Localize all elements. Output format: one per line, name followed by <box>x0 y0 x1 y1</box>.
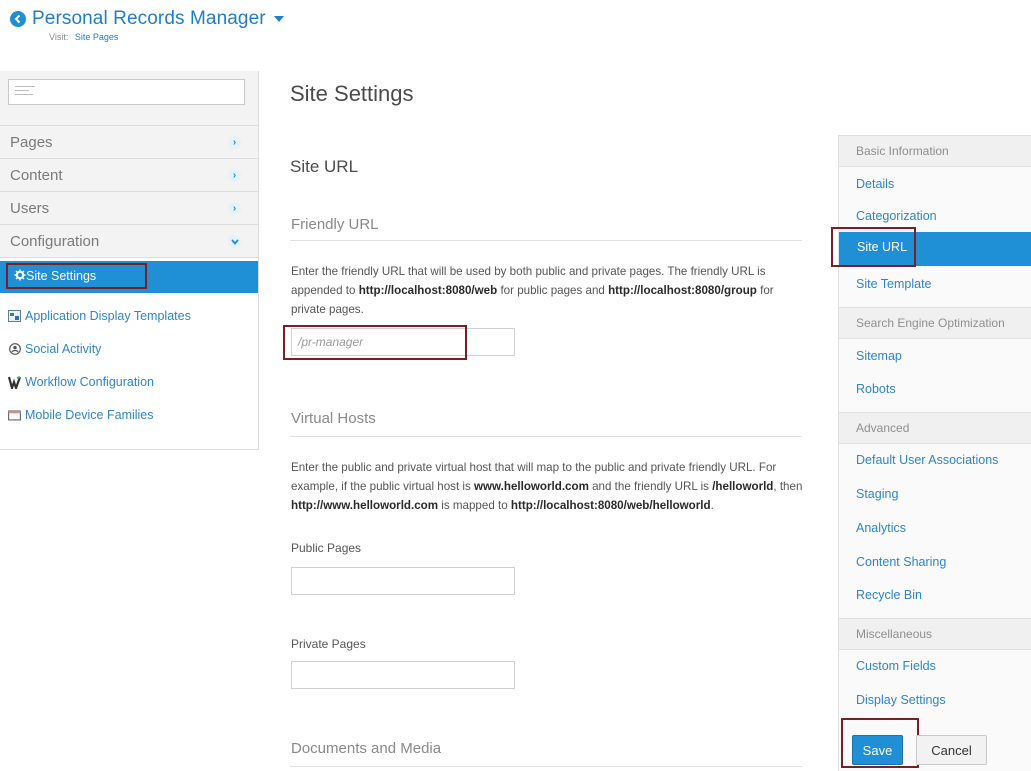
sidebar-subitem-mobile-device-families[interactable]: Mobile Device Families <box>8 405 154 425</box>
caret-down-icon[interactable] <box>273 16 284 22</box>
nav-link-analytics[interactable]: Analytics <box>856 521 906 535</box>
sidebar-subitem-site-settings-active: Site Settings <box>0 261 258 293</box>
settings-right-nav: Basic Information Details Categorization… <box>831 135 1031 771</box>
visit-label: Visit: <box>49 32 69 42</box>
sidebar-item-label: Pages <box>10 134 53 151</box>
chevron-right-icon: › <box>228 202 241 215</box>
chevron-right-icon: › <box>228 169 241 182</box>
nav-link-categorization[interactable]: Categorization <box>856 209 937 223</box>
friendly-url-placeholder: /pr-manager <box>298 335 364 349</box>
sidebar-subitem-social-activity[interactable]: Social Activity <box>8 339 101 359</box>
friendly-url-description: Enter the friendly URL that will be used… <box>291 265 774 316</box>
workflow-icon <box>8 375 21 389</box>
configuration-submenu: Site Settings Application Display Templa… <box>0 257 258 449</box>
sidebar-item-content[interactable]: Content › <box>0 158 258 192</box>
divider <box>290 240 802 241</box>
sidebar-subitem-application-display-templates[interactable]: Application Display Templates <box>8 306 191 326</box>
sidebar-item-users[interactable]: Users › <box>0 191 258 225</box>
sidebar-subitem-label: Social Activity <box>25 342 102 356</box>
search-lines-icon <box>15 86 35 98</box>
left-sidebar: Pages › Content › Users › Configuration … <box>0 71 259 450</box>
sidebar-subitem-label: Workflow Configuration <box>25 375 154 389</box>
nav-link-site-url[interactable]: Site URL <box>831 227 916 267</box>
template-icon <box>8 310 21 323</box>
basic-information-heading: Basic Information <box>839 135 1031 167</box>
nav-link-default-user-associations[interactable]: Default User Associations <box>856 453 998 467</box>
nav-link-custom-fields[interactable]: Custom Fields <box>856 659 936 673</box>
sidebar-item-label: Configuration <box>10 233 100 250</box>
private-pages-input[interactable] <box>291 661 515 689</box>
nav-link-robots[interactable]: Robots <box>856 382 896 396</box>
advanced-heading: Advanced <box>839 412 1031 444</box>
chevron-down-icon <box>228 235 241 248</box>
visit-site-pages-link[interactable]: Site Pages <box>75 32 119 42</box>
public-pages-label: Public Pages <box>291 541 362 555</box>
divider <box>290 436 802 437</box>
sidebar-item-configuration[interactable]: Configuration <box>0 224 258 258</box>
miscellaneous-heading: Miscellaneous <box>839 618 1031 650</box>
seo-heading: Search Engine Optimization <box>839 307 1031 339</box>
back-arrow-icon[interactable] <box>10 11 26 27</box>
section-title-site-url: Site URL <box>290 157 359 176</box>
sidebar-subitem-label: Application Display Templates <box>25 309 191 323</box>
private-pages-label: Private Pages <box>291 637 366 651</box>
friendly-url-heading: Friendly URL <box>291 216 379 233</box>
save-button[interactable]: Save <box>852 735 903 765</box>
nav-link-details[interactable]: Details <box>856 177 894 191</box>
divider <box>290 766 802 767</box>
social-icon <box>8 343 21 356</box>
sidebar-item-label: Users <box>10 200 50 217</box>
documents-and-media-heading: Documents and Media <box>291 740 442 757</box>
main-content: Site Settings Site URL Friendly URL Ente… <box>283 0 815 771</box>
nav-link-sitemap[interactable]: Sitemap <box>856 349 902 363</box>
friendly-url-input[interactable]: /pr-manager <box>291 328 515 356</box>
sidebar-item-label: Content <box>10 167 63 184</box>
sidebar-subitem-site-settings[interactable]: Site Settings <box>6 263 147 289</box>
sidebar-item-pages[interactable]: Pages › <box>0 125 258 159</box>
device-icon <box>8 409 21 422</box>
site-title[interactable]: Personal Records Manager <box>32 8 266 30</box>
nav-link-staging[interactable]: Staging <box>856 487 898 501</box>
nav-link-site-template[interactable]: Site Template <box>856 277 932 291</box>
virtual-hosts-heading: Virtual Hosts <box>291 410 376 427</box>
public-pages-input[interactable] <box>291 567 515 595</box>
sidebar-search-input[interactable] <box>8 79 245 105</box>
site-header: Personal Records Manager Visit: Site Pag… <box>10 8 284 42</box>
chevron-right-icon: › <box>228 136 241 149</box>
sidebar-subitem-label: Mobile Device Families <box>25 408 154 422</box>
cancel-button[interactable]: Cancel <box>916 735 987 765</box>
sidebar-subitem-label: Site Settings <box>26 269 97 283</box>
sidebar-subitem-workflow-configuration[interactable]: Workflow Configuration <box>8 372 154 392</box>
nav-link-content-sharing[interactable]: Content Sharing <box>856 555 946 569</box>
nav-link-recycle-bin[interactable]: Recycle Bin <box>856 588 922 602</box>
page-title: Site Settings <box>290 81 414 106</box>
nav-link-site-url-active: Site URL <box>831 227 1031 267</box>
nav-link-display-settings[interactable]: Display Settings <box>856 693 946 707</box>
gear-icon <box>14 269 26 284</box>
virtual-hosts-description: Enter the public and private virtual hos… <box>291 461 803 512</box>
